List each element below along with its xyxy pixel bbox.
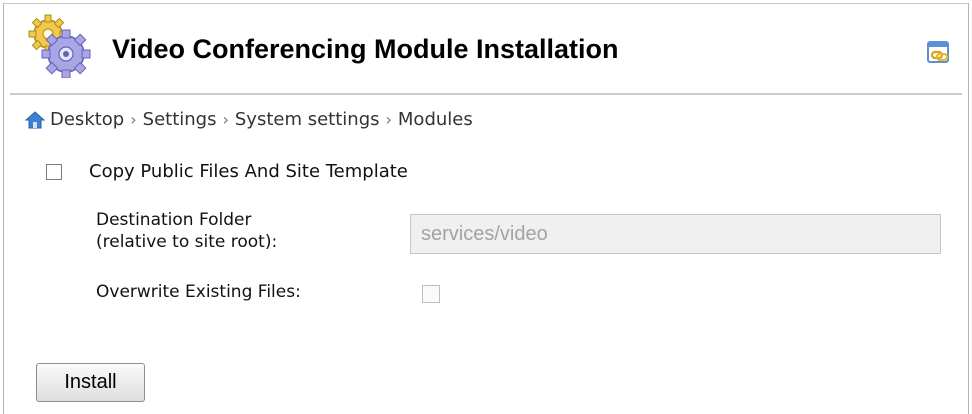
overwrite-files-label: Overwrite Existing Files:: [96, 282, 301, 302]
page-title: Video Conferencing Module Installation: [112, 34, 619, 64]
overwrite-files-checkbox[interactable]: [422, 285, 440, 303]
destination-folder-label: Destination Folder (relative to site roo…: [96, 209, 277, 253]
copy-files-row: Copy Public Files And Site Template: [46, 161, 408, 182]
header-divider: [10, 93, 962, 95]
destination-folder-label-line1: Destination Folder: [96, 210, 252, 230]
breadcrumb-settings[interactable]: Settings: [143, 109, 217, 130]
home-icon[interactable]: [25, 110, 45, 129]
breadcrumb-desktop[interactable]: Desktop: [50, 109, 124, 130]
copy-files-checkbox[interactable]: [46, 163, 62, 180]
destination-folder-input[interactable]: services/video: [410, 214, 941, 254]
breadcrumb-separator: ›: [222, 110, 229, 129]
install-button[interactable]: Install: [36, 363, 145, 402]
gears-icon: [28, 14, 91, 78]
breadcrumb: Desktop › Settings › System settings › M…: [25, 109, 473, 130]
copy-files-label[interactable]: Copy Public Files And Site Template: [89, 161, 408, 182]
chain-link-icon[interactable]: [926, 40, 952, 66]
panel-header: Video Conferencing Module Installation: [4, 4, 968, 94]
breadcrumb-system-settings[interactable]: System settings: [235, 109, 380, 130]
module-install-panel: Video Conferencing Module Installation D…: [3, 3, 969, 414]
destination-folder-label-line2: (relative to site root):: [96, 232, 278, 252]
breadcrumb-separator: ›: [130, 110, 137, 129]
breadcrumb-modules[interactable]: Modules: [398, 109, 473, 130]
breadcrumb-separator: ›: [385, 110, 392, 129]
